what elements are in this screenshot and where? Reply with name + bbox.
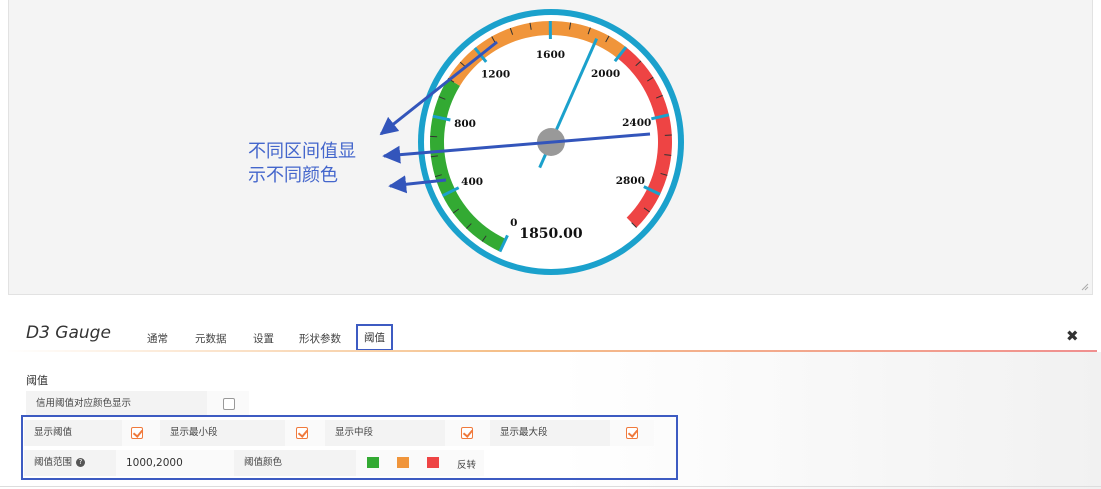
threshold-range-label-text: 阈值范围 bbox=[34, 457, 73, 468]
mid-color-swatch[interactable] bbox=[397, 457, 409, 468]
tab-general[interactable]: 通常 bbox=[147, 331, 168, 346]
tab-metadata[interactable]: 元数据 bbox=[195, 331, 227, 346]
gauge-scale-label: 0 bbox=[510, 217, 517, 229]
annotation-text: 不同区间值显 示不同颜色 bbox=[248, 140, 378, 188]
gauge-scale-label: 1600 bbox=[536, 49, 565, 61]
panel-title: D3 Gauge bbox=[26, 323, 111, 343]
show-max-segment-checkbox[interactable] bbox=[626, 427, 638, 439]
gauge-scale-label: 800 bbox=[454, 118, 476, 130]
gauge-scale-label: 2800 bbox=[616, 175, 645, 187]
close-icon[interactable]: ✖ bbox=[1066, 327, 1079, 345]
help-icon[interactable]: ? bbox=[76, 458, 86, 467]
high-color-swatch[interactable] bbox=[427, 457, 439, 468]
show-min-segment-label: 显示最小段 bbox=[160, 420, 285, 446]
tab-divider bbox=[5, 350, 1097, 352]
use-threshold-color-label: 信用阈值对应颜色显示 bbox=[26, 391, 207, 417]
threshold-range-input[interactable]: 1000,2000 bbox=[126, 457, 183, 469]
section-label: 阈值 bbox=[26, 374, 48, 387]
gauge-chart: 0 400 800 1200 1600 2000 2400 2800 1850.00 bbox=[379, 9, 684, 275]
tab-shape-params[interactable]: 形状参数 bbox=[299, 331, 341, 346]
annotation-line-2: 示不同颜色 bbox=[248, 165, 338, 186]
gauge-scale-label: 1200 bbox=[481, 69, 510, 81]
threshold-color-label: 阈值颜色 bbox=[234, 450, 356, 476]
gauge-scale-label: 400 bbox=[461, 176, 483, 188]
reverse-button[interactable]: 反转 bbox=[457, 457, 476, 471]
annotation-line-1: 不同区间值显 bbox=[248, 141, 356, 162]
bottom-border bbox=[0, 486, 1101, 487]
tab-threshold[interactable]: 阈值 bbox=[356, 324, 393, 351]
show-max-segment-label: 显示最大段 bbox=[490, 420, 610, 446]
threshold-range-label: 阈值范围? bbox=[24, 450, 116, 476]
use-threshold-color-checkbox[interactable] bbox=[223, 398, 235, 410]
gauge-scale-label: 2000 bbox=[591, 68, 620, 80]
gauge-scale-label: 2400 bbox=[622, 117, 651, 129]
gauge-value-readout: 1850.00 bbox=[519, 226, 583, 242]
show-threshold-checkbox[interactable] bbox=[131, 427, 143, 439]
show-mid-segment-checkbox[interactable] bbox=[461, 427, 473, 439]
show-threshold-label: 显示阈值 bbox=[24, 420, 122, 446]
tab-settings[interactable]: 设置 bbox=[253, 331, 274, 346]
low-color-swatch[interactable] bbox=[367, 457, 379, 468]
show-min-segment-checkbox[interactable] bbox=[296, 427, 308, 439]
show-mid-segment-label: 显示中段 bbox=[325, 420, 445, 446]
